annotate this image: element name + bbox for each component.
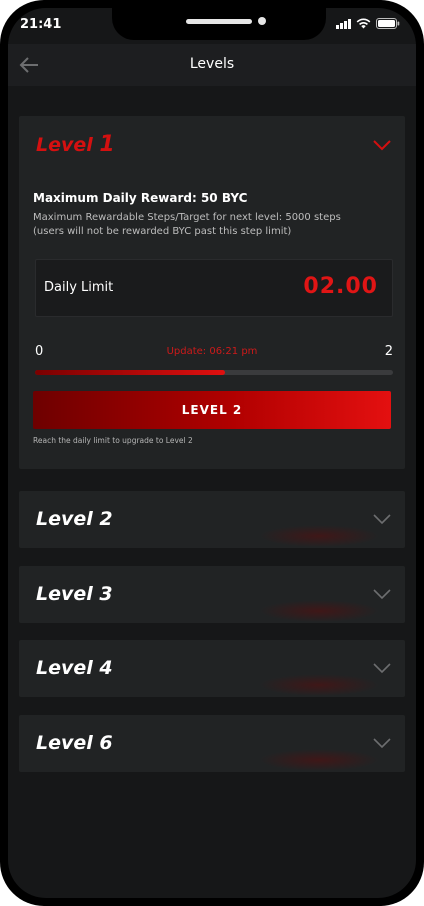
level-card-3[interactable]: Level 3 [19, 566, 405, 623]
steps-note: Maximum Rewardable Steps/Target for next… [33, 212, 341, 237]
signal-icon [336, 18, 351, 29]
daily-limit-value: 02.00 [303, 274, 378, 299]
top-header: Levels [8, 44, 416, 86]
level-6-title: Level 6 [36, 732, 113, 754]
level-4-title: Level 4 [36, 657, 113, 679]
speaker [186, 19, 252, 24]
status-icons [336, 18, 400, 29]
battery-icon [376, 18, 400, 29]
phone-frame: 21:41 Levels Level 1 Maximum Daily Rewar… [0, 0, 424, 906]
notch [112, 8, 326, 40]
wifi-icon [356, 18, 371, 29]
chevron-down-icon[interactable] [373, 514, 391, 525]
level-1-title: Level 1 [36, 132, 115, 157]
upgrade-level-button[interactable]: LEVEL 2 [33, 391, 391, 429]
page-title: Levels [189, 56, 235, 72]
status-time: 21:41 [20, 17, 62, 32]
level-1-number: 1 [99, 132, 115, 157]
level-card-2[interactable]: Level 2 [19, 491, 405, 548]
level-1-title-text: Level [36, 134, 93, 156]
card-glow [259, 674, 379, 696]
progress-max-label: 2 [384, 344, 393, 359]
daily-limit-label: Daily Limit [44, 280, 114, 295]
camera [258, 17, 266, 25]
max-daily-reward: Maximum Daily Reward: 50 BYC [33, 191, 248, 205]
card-glow [259, 525, 379, 547]
upgrade-hint: Reach the daily limit to upgrade to Leve… [33, 436, 193, 445]
progress-track [35, 370, 393, 375]
chevron-down-icon[interactable] [373, 663, 391, 674]
level-card-expanded: Level 1 Maximum Daily Reward: 50 BYC Max… [19, 116, 405, 469]
card-glow [259, 600, 379, 622]
level-card-6[interactable]: Level 6 [19, 715, 405, 772]
level-3-title: Level 3 [36, 583, 113, 605]
level-card-4[interactable]: Level 4 [19, 640, 405, 697]
chevron-up-icon[interactable] [373, 140, 391, 151]
level-1-header[interactable]: Level 1 [19, 116, 405, 172]
daily-limit-box: Daily Limit 02.00 [35, 259, 393, 317]
level-2-title: Level 2 [36, 508, 113, 530]
card-glow [259, 749, 379, 771]
update-time: Update: 06:21 pm [166, 346, 258, 357]
progress-fill [35, 370, 225, 375]
chevron-down-icon[interactable] [373, 738, 391, 749]
app-screen: 21:41 Levels Level 1 Maximum Daily Rewar… [8, 8, 416, 898]
chevron-down-icon[interactable] [373, 589, 391, 600]
